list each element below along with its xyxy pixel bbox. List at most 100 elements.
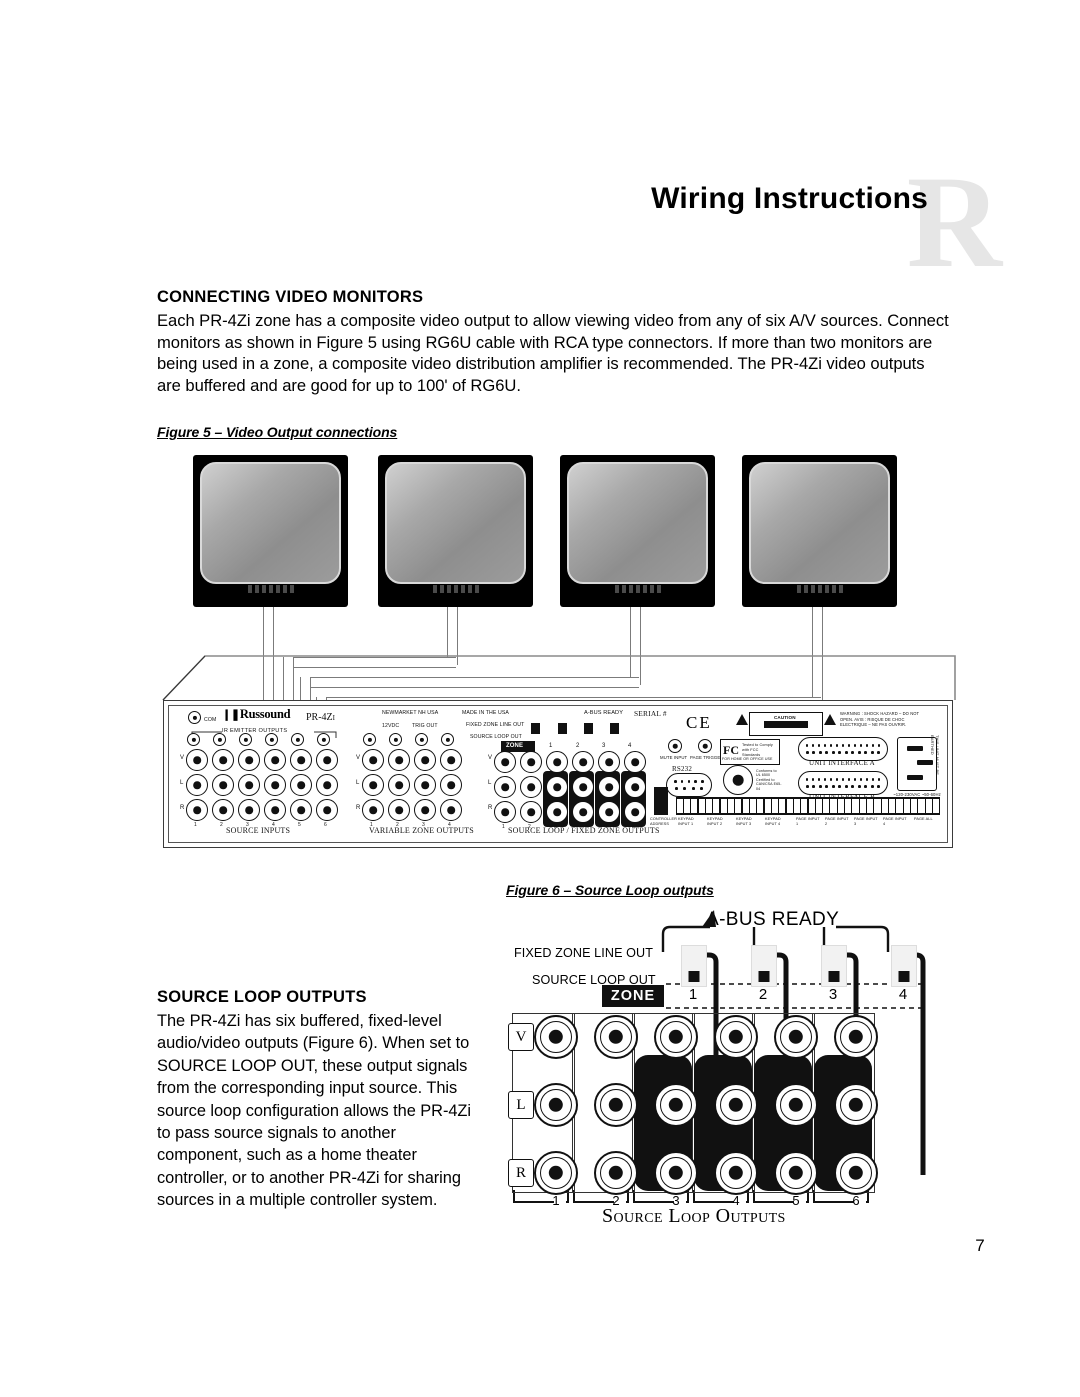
zone-switch-4[interactable] <box>891 945 917 987</box>
vz-top-jack-3 <box>415 733 428 746</box>
shock-hazard-warning-text: WARNING : SHOCK HAZARD – DO NOT OPEN. AV… <box>840 711 920 728</box>
caution-body-bar <box>764 721 808 728</box>
source-inputs-label: SOURCE INPUTS <box>226 826 291 835</box>
zone-switch-1[interactable] <box>681 945 707 987</box>
row-label-r: R <box>508 1159 534 1187</box>
source-input-jack-r2 <box>212 799 234 821</box>
jack-number-6: 6 <box>852 1193 860 1208</box>
zone-switch-2[interactable] <box>751 945 777 987</box>
slfz-jack-v6 <box>624 751 646 773</box>
monitor-screen <box>385 462 526 584</box>
jack-v-3 <box>654 1015 698 1059</box>
terminal-pin <box>801 799 808 813</box>
terminal-label-keypad-2: KEYPAD INPUT 2 <box>707 817 723 826</box>
com-jack <box>188 711 201 724</box>
source-input-num-2: 2 <box>220 822 223 828</box>
row-label-v: V <box>180 755 185 761</box>
terminal-pin <box>837 799 844 813</box>
zone-number-1: 1 <box>688 986 698 1003</box>
ir-jack-5 <box>291 733 304 746</box>
terminal-pin <box>676 799 683 813</box>
source-loop-fixed-zone-label: SOURCE LOOP / FIXED ZONE OUTPUTS <box>508 826 660 835</box>
terminal-pin <box>815 799 822 813</box>
ir-jack-2 <box>213 733 226 746</box>
section-connecting-video-monitors: CONNECTING VIDEO MONITORS Each PR-4Zi zo… <box>157 288 952 396</box>
source-inputs-group: V L R 1 2 3 4 5 6 <box>180 733 342 828</box>
jack-l-2 <box>594 1083 638 1127</box>
slfz-jack-r2 <box>520 801 542 823</box>
jack-l-5 <box>774 1083 818 1127</box>
vz-jack-v1 <box>362 749 384 771</box>
source-input-jack-l6 <box>316 774 338 796</box>
terminal-pin <box>874 799 881 813</box>
rs232-pins <box>672 778 706 792</box>
section-source-loop-outputs: SOURCE LOOP OUTPUTS The PR-4Zi has six b… <box>157 988 482 1212</box>
source-input-jack-l2 <box>212 774 234 796</box>
source-input-jack-v4 <box>264 749 286 771</box>
panel-brand-logo: ❙❚Russound <box>222 707 291 721</box>
serial-number-label: SERIAL # <box>634 709 667 718</box>
terminal-pin <box>713 799 720 813</box>
cable-monitor-4-vert <box>812 607 823 705</box>
terminal-pin <box>852 799 859 813</box>
terminal-label-page-4: PAGE INPUT 4 <box>883 817 907 826</box>
terminal-label-keypad-4: KEYPAD INPUT 4 <box>765 817 781 826</box>
vz-top-jack-4 <box>441 733 454 746</box>
iec-pin-bottom <box>907 775 923 780</box>
slfz-jack-v5 <box>598 751 620 773</box>
unit-interface-a-label: UNIT INTERFACE A <box>809 759 875 767</box>
source-input-num-5: 5 <box>298 822 301 828</box>
panel-model-label: PR-4Zi <box>306 712 336 723</box>
section-heading-video: CONNECTING VIDEO MONITORS <box>157 288 424 306</box>
terminal-pin <box>896 799 903 813</box>
unit-interface-a-connector <box>798 737 888 761</box>
jack-l-6 <box>834 1083 878 1127</box>
terminal-pin <box>691 799 698 813</box>
vz-jack-r1 <box>362 799 384 821</box>
terminal-pin <box>705 799 713 813</box>
unit-interface-b-connector <box>798 771 888 795</box>
terminal-label-page-3: PAGE INPUT 3 <box>854 817 878 826</box>
iec-pin-top <box>907 746 923 751</box>
monitor-2 <box>378 455 533 607</box>
row-label-l: L <box>180 780 184 786</box>
zone-switch-3[interactable] <box>821 945 847 987</box>
terminal-pin <box>889 799 896 813</box>
rs232-connector <box>666 773 712 797</box>
abus-switch-3-panel <box>584 723 593 734</box>
fixed-zone-line-out-label-panel: FIXED ZONE LINE OUT <box>466 722 525 728</box>
com-label: COM <box>204 717 217 723</box>
terminal-pin <box>925 799 932 813</box>
slfz-jack-l6 <box>624 776 646 798</box>
jack-r-3 <box>654 1151 698 1195</box>
source-input-jack-l5 <box>290 774 312 796</box>
jack-r-2 <box>594 1151 638 1195</box>
vz-jack-v2 <box>388 749 410 771</box>
terminal-pin <box>881 799 888 813</box>
monitor-vents-icon <box>614 585 661 593</box>
terminal-label-keypad-1: KEYPAD INPUT 1 <box>678 817 694 826</box>
zone-number-4: 4 <box>898 986 908 1003</box>
switch-toggle-icon <box>758 971 770 982</box>
row-label-v: V <box>356 755 361 761</box>
terminal-pin <box>771 799 778 813</box>
terminal-pin <box>727 799 735 813</box>
jack-l-1 <box>534 1083 578 1127</box>
source-input-jack-r5 <box>290 799 312 821</box>
ir-jack-1 <box>187 733 200 746</box>
terminal-pin <box>911 799 918 813</box>
row-label-l: L <box>508 1091 534 1119</box>
terminal-pin <box>903 799 910 813</box>
jack-v-4 <box>714 1015 758 1059</box>
terminal-pin <box>764 799 771 813</box>
section-body-loop: The PR-4Zi has six buffered, fixed-level… <box>157 1012 471 1210</box>
source-input-jack-v1 <box>186 749 208 771</box>
source-loop-fixed-zone-group: V L R 1 2 3 4 5 6 <box>488 751 650 830</box>
zone-num-4-panel: 4 <box>628 743 632 749</box>
warning-triangle-left-icon <box>736 714 748 725</box>
monitor-screen <box>200 462 341 584</box>
abus-switch-4-panel <box>610 723 619 734</box>
source-input-jack-v3 <box>238 749 260 771</box>
monitor-vents-icon <box>796 585 843 593</box>
jack-r-5 <box>774 1151 818 1195</box>
